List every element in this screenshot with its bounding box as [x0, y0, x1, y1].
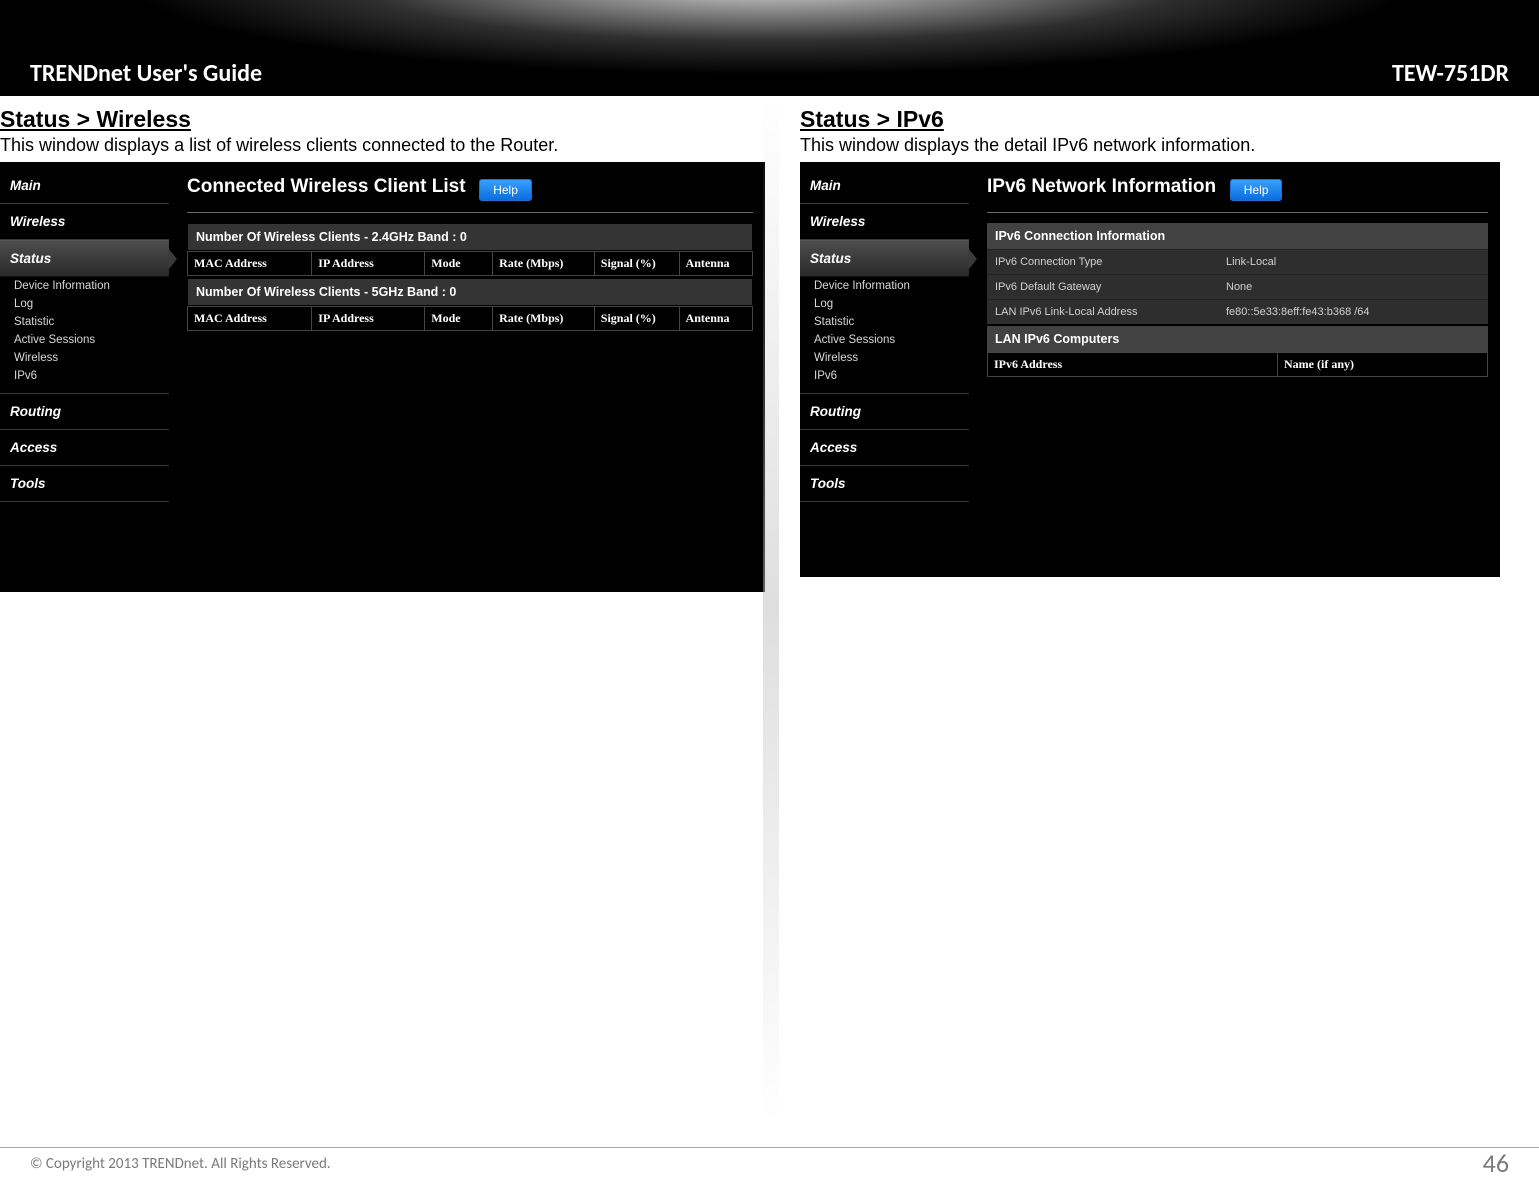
- section-desc-wireless: This window displays a list of wireless …: [0, 135, 765, 156]
- sidebar-sub[interactable]: IPv6: [800, 367, 969, 385]
- sidebar-item-access[interactable]: Access: [800, 430, 969, 466]
- col-ip: IP Address: [312, 252, 425, 276]
- section-desc-ipv6: This window displays the detail IPv6 net…: [800, 135, 1500, 156]
- lan-ipv6-header: LAN IPv6 Computers: [987, 326, 1488, 352]
- info-row: IPv6 Default Gateway None: [987, 274, 1488, 299]
- col-antenna: Antenna: [679, 307, 752, 331]
- sidebar-sub[interactable]: IPv6: [0, 367, 169, 385]
- section-title-ipv6: Status > IPv6: [800, 106, 1500, 133]
- info-key: IPv6 Connection Type: [987, 250, 1218, 274]
- col-rate: Rate (Mbps): [493, 307, 595, 331]
- info-key: LAN IPv6 Link-Local Address: [987, 300, 1218, 324]
- screenshot-wireless: Main Wireless Status Device Information …: [0, 162, 765, 592]
- sidebar-sub[interactable]: Wireless: [800, 349, 969, 367]
- info-value: Link-Local: [1218, 250, 1488, 274]
- col-mac: MAC Address: [188, 307, 312, 331]
- sidebar-sub[interactable]: Active Sessions: [0, 331, 169, 349]
- col-mode: Mode: [425, 307, 493, 331]
- col-mac: MAC Address: [188, 252, 312, 276]
- col-rate: Rate (Mbps): [493, 252, 595, 276]
- sidebar-item-routing[interactable]: Routing: [800, 393, 969, 430]
- help-button[interactable]: Help: [1230, 179, 1283, 201]
- sidebar: Main Wireless Status Device Information …: [0, 162, 169, 592]
- clients-table-5: MAC Address IP Address Mode Rate (Mbps) …: [187, 306, 753, 331]
- sidebar-sub[interactable]: Statistic: [800, 313, 969, 331]
- band-header-5: Number Of Wireless Clients - 5GHz Band :…: [187, 278, 753, 306]
- col-ip: IP Address: [312, 307, 425, 331]
- sidebar-item-status[interactable]: Status: [800, 240, 969, 277]
- help-button[interactable]: Help: [479, 179, 532, 201]
- panel-title: Connected Wireless Client List: [187, 168, 466, 212]
- info-value: fe80::5e33:8eff:fe43:b368 /64: [1218, 300, 1488, 324]
- band-header-24: Number Of Wireless Clients - 2.4GHz Band…: [187, 223, 753, 251]
- sidebar-item-tools[interactable]: Tools: [800, 466, 969, 502]
- info-key: IPv6 Default Gateway: [987, 275, 1218, 299]
- sidebar-item-wireless[interactable]: Wireless: [0, 204, 169, 240]
- col-name: Name (if any): [1278, 353, 1488, 377]
- page-footer: © Copyright 2013 TRENDnet. All Rights Re…: [0, 1147, 1539, 1173]
- screenshot-ipv6: Main Wireless Status Device Information …: [800, 162, 1500, 577]
- main-panel: IPv6 Network Information Help IPv6 Conne…: [969, 162, 1500, 577]
- sidebar-sub[interactable]: Active Sessions: [800, 331, 969, 349]
- ipv6-info-header: IPv6 Connection Information: [987, 223, 1488, 249]
- sidebar-sub[interactable]: Device Information: [0, 277, 169, 295]
- sidebar-sub[interactable]: Device Information: [800, 277, 969, 295]
- sidebar-sub[interactable]: Wireless: [0, 349, 169, 367]
- main-panel: Connected Wireless Client List Help Numb…: [169, 162, 765, 592]
- sidebar-item-access[interactable]: Access: [0, 430, 169, 466]
- col-signal: Signal (%): [594, 252, 679, 276]
- sidebar-item-main[interactable]: Main: [0, 168, 169, 204]
- col-ipv6-address: IPv6 Address: [988, 353, 1278, 377]
- clients-table-24: MAC Address IP Address Mode Rate (Mbps) …: [187, 251, 753, 276]
- sidebar-sub[interactable]: Log: [800, 295, 969, 313]
- sidebar-item-status[interactable]: Status: [0, 240, 169, 277]
- col-signal: Signal (%): [594, 307, 679, 331]
- divider: [187, 212, 753, 213]
- info-row: LAN IPv6 Link-Local Address fe80::5e33:8…: [987, 299, 1488, 324]
- info-value: None: [1218, 275, 1488, 299]
- page-header: TRENDnet User's Guide TEW-751DR: [0, 0, 1539, 96]
- column-divider: [763, 96, 779, 1123]
- sidebar-item-routing[interactable]: Routing: [0, 393, 169, 430]
- copyright: © Copyright 2013 TRENDnet. All Rights Re…: [30, 1155, 331, 1173]
- sidebar-sub[interactable]: Statistic: [0, 313, 169, 331]
- col-mode: Mode: [425, 252, 493, 276]
- lan-ipv6-table: IPv6 Address Name (if any): [987, 352, 1488, 377]
- section-title-wireless: Status > Wireless: [0, 106, 765, 133]
- col-antenna: Antenna: [679, 252, 752, 276]
- guide-title: TRENDnet User's Guide: [30, 59, 262, 88]
- product-model: TEW-751DR: [1392, 59, 1509, 88]
- sidebar-sub[interactable]: Log: [0, 295, 169, 313]
- sidebar-item-tools[interactable]: Tools: [0, 466, 169, 502]
- divider: [987, 212, 1488, 213]
- page-number: 46: [1483, 1147, 1509, 1179]
- panel-title: IPv6 Network Information: [987, 168, 1216, 212]
- sidebar-item-main[interactable]: Main: [800, 168, 969, 204]
- sidebar: Main Wireless Status Device Information …: [800, 162, 969, 577]
- info-row: IPv6 Connection Type Link-Local: [987, 249, 1488, 274]
- sidebar-item-wireless[interactable]: Wireless: [800, 204, 969, 240]
